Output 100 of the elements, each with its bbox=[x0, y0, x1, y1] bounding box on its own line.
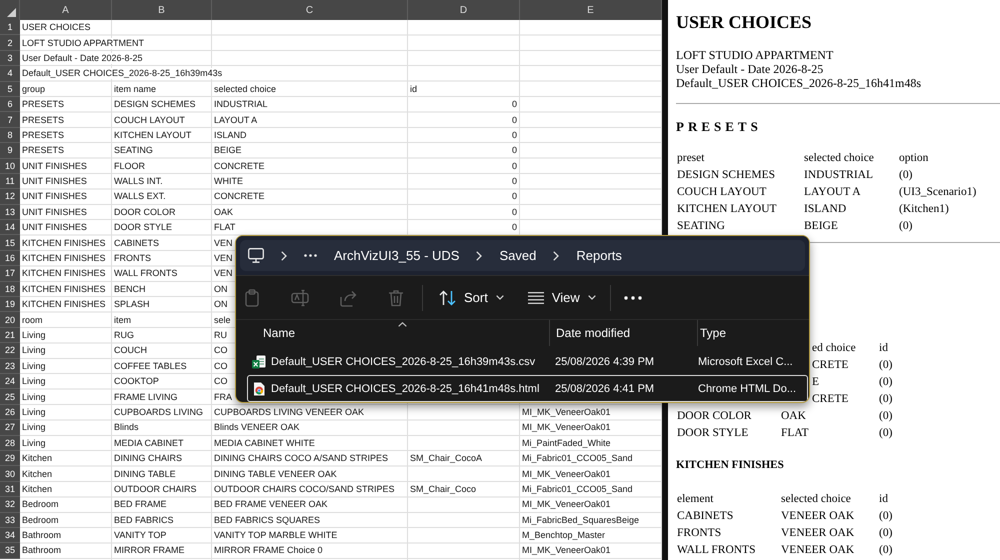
file-name: Default_USER CHOICES_2026-8-25_16h39m43s.csv bbox=[271, 354, 536, 368]
cell-text: CO bbox=[214, 345, 228, 356]
cell-text: KITCHEN FINISHES bbox=[22, 238, 106, 249]
row-number[interactable]: 5 bbox=[0, 82, 20, 97]
cell-text: MI_MK_VeneerOak01 bbox=[522, 545, 611, 556]
breadcrumb-item[interactable]: ArchVizUI3_55 - UDS bbox=[334, 248, 460, 264]
spreadsheet-file-icon bbox=[252, 354, 266, 368]
cell-text: Living bbox=[22, 406, 46, 418]
column-header[interactable]: C bbox=[212, 0, 408, 20]
cell-text: Blinds VENEER OAK bbox=[214, 422, 300, 434]
cell-text: CUPBOARDS LIVING VENEER OAK bbox=[214, 406, 364, 418]
cell-text: DESIGN SCHEMES bbox=[677, 169, 776, 181]
file-row[interactable]: Default_USER CHOICES_2026-8-25_16h41m48s.html 25/08/2026 4:41 PM Chrome HTML Do... bbox=[247, 375, 808, 402]
row-number[interactable]: 12 bbox=[0, 189, 20, 205]
row-number[interactable]: 9 bbox=[0, 143, 20, 159]
report-line: LOFT STUDIO APPARTMENT bbox=[676, 48, 834, 62]
row-number[interactable]: 1 bbox=[0, 20, 20, 36]
cell-text: (0) bbox=[879, 359, 892, 371]
column-header[interactable]: Type bbox=[697, 320, 809, 346]
row-number[interactable]: 22 bbox=[0, 343, 20, 359]
row-number[interactable]: 27 bbox=[0, 420, 20, 436]
row-number[interactable]: 15 bbox=[0, 235, 20, 251]
column-header: selected choice bbox=[804, 152, 874, 164]
row-number[interactable]: 33 bbox=[0, 512, 20, 528]
row-number[interactable]: 21 bbox=[0, 328, 20, 344]
cell-text: Living bbox=[22, 360, 46, 372]
column-header[interactable]: D bbox=[408, 0, 520, 20]
cell-text: Living bbox=[22, 376, 46, 388]
column-header: element bbox=[677, 493, 714, 505]
row-number[interactable]: 23 bbox=[0, 358, 20, 374]
row-number[interactable]: 25 bbox=[0, 389, 20, 405]
caret-up-icon bbox=[398, 322, 406, 327]
column-header[interactable]: A bbox=[20, 0, 112, 20]
row-number[interactable]: 7 bbox=[0, 112, 20, 128]
cell-text: PRESETS bbox=[22, 130, 64, 141]
cell-text: Bedroom bbox=[22, 499, 59, 510]
row-number[interactable]: 14 bbox=[0, 220, 20, 236]
row-number[interactable]: 26 bbox=[0, 404, 20, 420]
cell-text: MIRROR FRAME bbox=[114, 545, 184, 556]
breadcrumb-item[interactable]: Reports bbox=[576, 248, 622, 264]
select-all-button[interactable] bbox=[0, 0, 20, 20]
column-header: preset bbox=[677, 152, 704, 164]
row-number[interactable]: 30 bbox=[0, 466, 20, 482]
row-number[interactable]: 3 bbox=[0, 50, 20, 66]
column-header[interactable]: Name bbox=[236, 320, 549, 346]
cell-text: UNIT FINISHES bbox=[22, 191, 87, 202]
file-date: 25/08/2026 4:39 PM bbox=[555, 356, 654, 368]
row-number[interactable]: 32 bbox=[0, 497, 20, 512]
monitor-icon[interactable] bbox=[248, 248, 264, 263]
row-number[interactable]: 24 bbox=[0, 374, 20, 390]
corner-triangle-icon bbox=[7, 8, 16, 17]
chevron-right-icon bbox=[553, 250, 560, 260]
row-number[interactable]: 10 bbox=[0, 158, 20, 174]
cell-number: 0 bbox=[512, 222, 517, 234]
cell-text: UNIT FINISHES bbox=[22, 160, 87, 172]
row-number[interactable]: 11 bbox=[0, 174, 20, 190]
cell-text: DOOR COLOR bbox=[677, 410, 752, 422]
row-number[interactable]: 18 bbox=[0, 282, 20, 298]
cell-text: SEATING bbox=[114, 145, 153, 156]
cell-text: COFFEE TABLES bbox=[114, 360, 187, 372]
row-number[interactable]: 34 bbox=[0, 528, 20, 544]
cell-text: WALLS INT. bbox=[114, 176, 163, 188]
row-number[interactable]: 20 bbox=[0, 312, 20, 328]
column-header[interactable]: E bbox=[520, 0, 662, 20]
cell-text: WALL FRONTS bbox=[677, 544, 756, 556]
row-number[interactable]: 16 bbox=[0, 250, 20, 266]
row-number[interactable]: 13 bbox=[0, 204, 20, 220]
sort-button[interactable]: Sort bbox=[431, 282, 512, 314]
row-number[interactable]: 2 bbox=[0, 35, 20, 51]
cell-text: VENEER OAK bbox=[781, 544, 854, 556]
row-number[interactable]: 6 bbox=[0, 96, 20, 112]
cell-text: (0) bbox=[899, 169, 912, 181]
cell-text: Bathroom bbox=[22, 545, 62, 556]
cell-text: VANITY TOP MARBLE WHITE bbox=[214, 530, 338, 542]
cell-text: CONCRETE bbox=[214, 160, 265, 172]
column-header[interactable]: B bbox=[112, 0, 212, 20]
row-number[interactable]: 31 bbox=[0, 482, 20, 498]
address-bar[interactable]: ArchVizUI3_55 - UDS Saved Reports bbox=[240, 240, 805, 271]
row-number[interactable]: 8 bbox=[0, 128, 20, 144]
cell-text: VANITY TOP bbox=[114, 530, 166, 542]
cell-text: CO bbox=[214, 376, 228, 388]
row-number[interactable]: 4 bbox=[0, 66, 20, 82]
view-button[interactable]: View bbox=[520, 282, 604, 314]
web-page-file-icon bbox=[252, 382, 266, 396]
more-icon[interactable] bbox=[624, 296, 642, 300]
cell-text: MI_MK_VeneerOak01 bbox=[522, 468, 611, 480]
column-header[interactable]: Date modified bbox=[549, 320, 697, 346]
file-row[interactable]: Default_USER CHOICES_2026-8-25_16h39m43s.csv 25/08/2026 4:39 PM Microsoft Excel C... bbox=[247, 348, 808, 375]
row-number[interactable]: 35 bbox=[0, 543, 20, 559]
column-header: selected choice bbox=[781, 493, 851, 505]
cell-number: 0 bbox=[512, 206, 517, 218]
cell-text: RU bbox=[214, 330, 227, 341]
row-number[interactable]: 29 bbox=[0, 450, 20, 466]
row-number[interactable]: 19 bbox=[0, 297, 20, 312]
row-number[interactable]: 28 bbox=[0, 436, 20, 451]
cell-text: M_Benchtop_Master bbox=[522, 530, 606, 542]
row-number[interactable]: 17 bbox=[0, 266, 20, 282]
cell-text: USER CHOICES bbox=[22, 22, 91, 34]
more-icon[interactable] bbox=[304, 254, 317, 257]
breadcrumb-item[interactable]: Saved bbox=[499, 248, 536, 264]
